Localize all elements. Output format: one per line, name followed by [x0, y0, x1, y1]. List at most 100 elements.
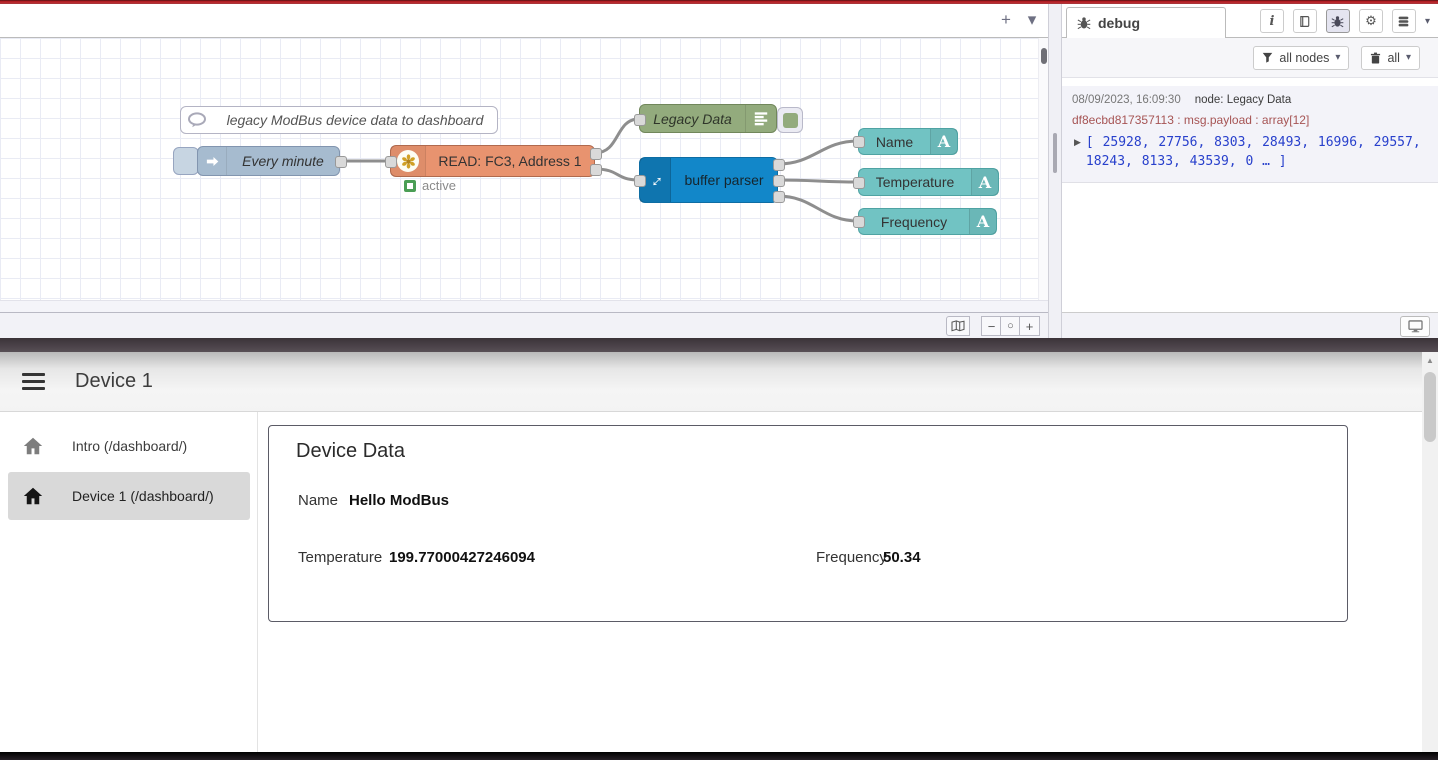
database-icon [1397, 15, 1410, 28]
window-bottom-edge [0, 752, 1438, 760]
context-data-button[interactable] [1392, 9, 1416, 33]
ui-text-node-name[interactable]: Name A [858, 128, 958, 155]
dashboard-toolbar: Device 1 [0, 352, 1438, 412]
sidebar-footer [1062, 312, 1438, 338]
port-frequency-in[interactable] [853, 216, 865, 228]
home-icon [22, 485, 44, 507]
menu-button[interactable] [22, 373, 46, 391]
port-modbus-out-2[interactable] [590, 164, 602, 176]
modbus-label: READ: FC3, Address 1 [426, 146, 594, 176]
monitor-icon [1408, 320, 1423, 333]
canvas-scrollbar-thumb[interactable] [1041, 48, 1047, 64]
device-data-card: Device Data Name Hello ModBus Temperatur… [268, 425, 1348, 622]
message-property-path: df8ecbd817357113 : msg.payload : array[1… [1072, 113, 1428, 127]
flow-canvas[interactable]: legacy ModBus device data to dashboard E… [0, 38, 1038, 300]
message-source-node: node: Legacy Data [1195, 94, 1292, 106]
zoom-in-button[interactable]: + [1019, 316, 1040, 336]
add-flow-button[interactable]: + [994, 8, 1018, 32]
status-ring-icon [404, 180, 416, 192]
inject-arrow-icon [198, 147, 227, 175]
tab-debug-label: debug [1098, 15, 1140, 31]
tab-debug[interactable]: debug [1066, 7, 1226, 38]
ui-text-node-temperature[interactable]: Temperature A [858, 168, 999, 196]
nav-item-intro[interactable]: Intro (/dashboard/) [8, 422, 250, 470]
clear-messages-label: all [1387, 51, 1400, 65]
expand-arrow-icon[interactable]: ▶ [1074, 137, 1081, 172]
canvas-footer: − ○ + [0, 312, 1048, 338]
field-label-frequency: Frequency [816, 549, 887, 566]
ui-text-label: Name [859, 129, 930, 154]
open-in-window-button[interactable] [1400, 316, 1430, 337]
page-title: Device 1 [75, 370, 153, 393]
modbus-status: active [404, 178, 456, 193]
text-widget-icon: A [969, 209, 996, 234]
home-icon [22, 435, 44, 457]
port-temperature-in[interactable] [853, 177, 865, 189]
port-modbus-in[interactable] [385, 156, 397, 168]
wire-parser-frequency [778, 196, 858, 221]
zoom-reset-button[interactable]: ○ [1000, 316, 1021, 336]
flow-list-menu-button[interactable]: ▾ [1020, 8, 1044, 32]
splitter-handle[interactable] [1053, 133, 1057, 173]
debug-node-legacy-data[interactable]: Legacy Data [639, 104, 777, 133]
debug-message[interactable]: 08/09/2023, 16:09:30 node: Legacy Data d… [1062, 86, 1438, 183]
map-icon [951, 320, 965, 332]
status-text: active [422, 178, 456, 193]
debug-message-list: 08/09/2023, 16:09:30 node: Legacy Data d… [1062, 78, 1438, 312]
debug-node-label: Legacy Data [640, 105, 745, 132]
debug-filter-bar: all nodes ▾ all ▾ [1062, 38, 1438, 78]
ui-text-node-frequency[interactable]: Frequency A [858, 208, 997, 235]
buffer-parser-node[interactable]: ↔ buffer parser [639, 157, 778, 203]
inject-node[interactable]: Every minute [197, 146, 340, 176]
sidebar-tab-bar: debug i [1062, 4, 1438, 38]
inject-label: Every minute [227, 147, 339, 175]
port-legacy-in[interactable] [634, 114, 646, 126]
port-modbus-out-1[interactable] [590, 148, 602, 160]
speech-bubble-icon [181, 107, 213, 133]
port-parser-out-3[interactable] [773, 191, 785, 203]
field-value-frequency: 50.34 [883, 549, 921, 566]
debug-tab-button[interactable] [1326, 9, 1350, 33]
comment-node[interactable]: legacy ModBus device data to dashboard [180, 106, 498, 134]
port-parser-out-2[interactable] [773, 175, 785, 187]
field-value-name: Hello ModBus [349, 492, 449, 509]
port-parser-in[interactable] [634, 175, 646, 187]
window-divider-band [0, 338, 1438, 352]
info-tab-button[interactable]: i [1260, 9, 1284, 33]
sidebar-splitter[interactable] [1048, 4, 1062, 338]
parser-label: buffer parser [671, 158, 777, 202]
text-widget-icon: A [971, 169, 998, 195]
trash-icon [1370, 52, 1381, 64]
wire-parser-name [778, 141, 858, 164]
canvas-vertical-scrollbar[interactable] [1038, 38, 1048, 300]
debug-lines-icon [745, 105, 776, 132]
port-parser-out-1[interactable] [773, 159, 785, 171]
help-tab-button[interactable] [1293, 9, 1317, 33]
scrollbar-thumb[interactable] [1424, 372, 1436, 442]
dashboard-content: Device Data Name Hello ModBus Temperatur… [258, 412, 1422, 752]
workspace-tab-bar: + ▾ [0, 4, 1048, 38]
sidebar-menu-button[interactable]: ▾ [1425, 16, 1430, 27]
nav-item-device-1[interactable]: Device 1 (/dashboard/) [8, 472, 250, 520]
config-nodes-button[interactable]: ⚙ [1359, 9, 1383, 33]
debug-enable-toggle[interactable] [777, 107, 803, 133]
modbus-read-node[interactable]: READ: FC3, Address 1 [390, 145, 595, 177]
nav-item-label: Device 1 (/dashboard/) [72, 488, 214, 504]
bug-icon [1077, 16, 1091, 30]
port-name-in[interactable] [853, 136, 865, 148]
minimap-button[interactable] [946, 316, 970, 336]
scroll-up-arrow[interactable]: ▲ [1422, 352, 1438, 369]
debug-sidebar: debug i [1062, 4, 1438, 338]
comment-label: legacy ModBus device data to dashboard [213, 107, 497, 133]
zoom-out-button[interactable]: − [981, 316, 1002, 336]
inject-trigger-button[interactable] [173, 147, 199, 175]
book-icon [1298, 15, 1311, 28]
filter-nodes-button[interactable]: all nodes ▾ [1253, 46, 1349, 70]
nodered-editor: + ▾ legacy ModBus device data to dashboa… [0, 4, 1438, 338]
dashboard-scrollbar[interactable]: ▲ [1422, 352, 1438, 752]
canvas-horizontal-scrollbar[interactable] [0, 300, 1048, 312]
port-inject-out[interactable] [335, 156, 347, 168]
wire-parser-temperature [778, 180, 858, 182]
clear-messages-button[interactable]: all ▾ [1361, 46, 1420, 70]
nav-item-label: Intro (/dashboard/) [72, 438, 187, 454]
